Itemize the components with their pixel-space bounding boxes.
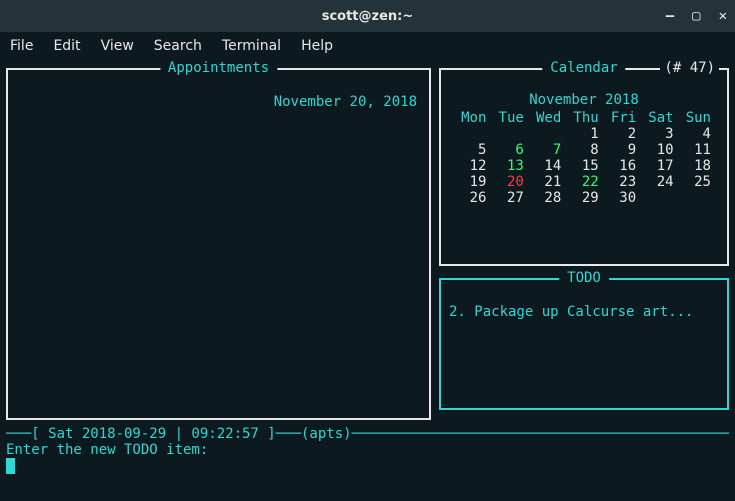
cursor-icon <box>6 458 15 474</box>
todo-title: TODO <box>559 270 609 286</box>
prompt-input[interactable] <box>6 458 729 474</box>
weekday-sat: Sat <box>640 110 677 126</box>
menu-terminal[interactable]: Terminal <box>222 38 281 54</box>
calendar-day[interactable]: 14 <box>528 158 565 174</box>
calendar-day <box>640 190 677 206</box>
todo-panel[interactable]: TODO 2. Package up Calcurse art... <box>439 278 729 410</box>
calendar-day[interactable]: 29 <box>565 190 602 206</box>
calendar-grid: Mon Tue Wed Thu Fri Sat Sun 123456789101… <box>447 110 721 206</box>
calendar-day[interactable]: 25 <box>678 174 715 190</box>
calendar-day[interactable]: 24 <box>640 174 677 190</box>
calendar-day[interactable]: 9 <box>603 142 640 158</box>
calendar-title: Calendar <box>542 60 625 76</box>
calendar-day[interactable]: 27 <box>490 190 527 206</box>
calendar-day[interactable]: 10 <box>640 142 677 158</box>
appointments-date: November 20, 2018 <box>14 76 423 110</box>
calendar-day[interactable]: 4 <box>678 126 715 142</box>
calendar-week-row: 567891011 <box>447 142 721 158</box>
weekday-mon: Mon <box>453 110 490 126</box>
menu-file[interactable]: File <box>10 38 33 54</box>
calendar-day[interactable]: 26 <box>453 190 490 206</box>
calendar-day[interactable]: 18 <box>678 158 715 174</box>
calendar-day[interactable]: 8 <box>565 142 602 158</box>
minimize-icon[interactable]: — <box>666 8 674 24</box>
appointments-title: Appointments <box>160 60 277 76</box>
calendar-day[interactable]: 19 <box>453 174 490 190</box>
calendar-day[interactable]: 5 <box>453 142 490 158</box>
calendar-day[interactable]: 12 <box>453 158 490 174</box>
close-icon[interactable]: ✕ <box>719 8 727 24</box>
calendar-day[interactable]: 7 <box>528 142 565 158</box>
calendar-day <box>678 190 715 206</box>
calendar-day[interactable]: 3 <box>640 126 677 142</box>
calendar-weeknum: (# 47) <box>660 60 719 76</box>
menu-view[interactable]: View <box>101 38 134 54</box>
calendar-day[interactable]: 6 <box>490 142 527 158</box>
calendar-week-row: 19202122232425 <box>447 174 721 190</box>
weekday-fri: Fri <box>603 110 640 126</box>
calendar-day[interactable]: 20 <box>490 174 527 190</box>
menu-bar: File Edit View Search Terminal Help <box>0 32 735 60</box>
weekday-tue: Tue <box>490 110 527 126</box>
calendar-day[interactable]: 21 <box>528 174 565 190</box>
appointments-panel[interactable]: Appointments November 20, 2018 <box>6 68 431 420</box>
window-titlebar: scott@zen:~ — ▢ ✕ <box>0 0 735 32</box>
calendar-day[interactable]: 28 <box>528 190 565 206</box>
weekday-sun: Sun <box>678 110 715 126</box>
calendar-day <box>490 126 527 142</box>
calendar-day[interactable]: 30 <box>603 190 640 206</box>
window-title: scott@zen:~ <box>322 9 414 24</box>
status-line: ───[ Sat 2018-09-29 | 09:22:57 ]───(apts… <box>6 426 729 442</box>
calendar-week-row: 12131415161718 <box>447 158 721 174</box>
calendar-day <box>528 126 565 142</box>
calendar-day[interactable]: 11 <box>678 142 715 158</box>
weekday-wed: Wed <box>528 110 565 126</box>
calendar-day[interactable]: 2 <box>603 126 640 142</box>
maximize-icon[interactable]: ▢ <box>692 8 700 24</box>
calendar-day[interactable]: 23 <box>603 174 640 190</box>
weekday-thu: Thu <box>565 110 602 126</box>
calendar-day[interactable]: 13 <box>490 158 527 174</box>
calendar-month-label: November 2018 <box>447 92 721 108</box>
calendar-day <box>453 126 490 142</box>
calendar-day[interactable]: 17 <box>640 158 677 174</box>
calendar-day[interactable]: 15 <box>565 158 602 174</box>
calendar-weekday-row: Mon Tue Wed Thu Fri Sat Sun <box>447 110 721 126</box>
menu-search[interactable]: Search <box>154 38 202 54</box>
calendar-panel[interactable]: Calendar (# 47) November 2018 Mon Tue We… <box>439 68 729 266</box>
prompt-label: Enter the new TODO item: <box>6 442 729 458</box>
menu-edit[interactable]: Edit <box>53 38 80 54</box>
terminal-viewport[interactable]: Appointments November 20, 2018 Calendar … <box>0 60 735 501</box>
calendar-week-row: 1234 <box>447 126 721 142</box>
calendar-day[interactable]: 1 <box>565 126 602 142</box>
calendar-day[interactable]: 22 <box>565 174 602 190</box>
calendar-week-row: 2627282930 <box>447 190 721 206</box>
todo-item[interactable]: 2. Package up Calcurse art... <box>447 304 721 320</box>
calendar-day[interactable]: 16 <box>603 158 640 174</box>
menu-help[interactable]: Help <box>301 38 333 54</box>
